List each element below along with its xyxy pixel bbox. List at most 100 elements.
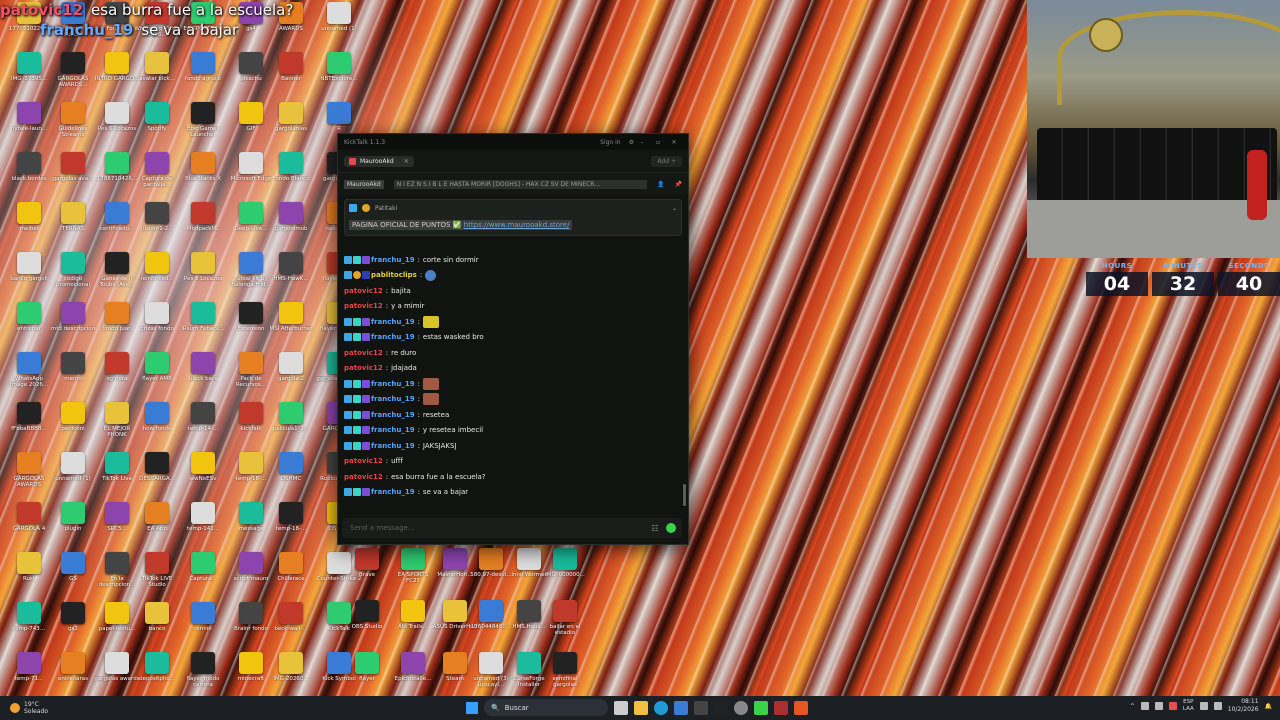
tray-icon[interactable]	[1140, 702, 1149, 710]
desktop-icon[interactable]: EA SPORTS FC25	[390, 548, 436, 598]
desktop-icon[interactable]: GARGOLAS AWARDS...	[50, 52, 96, 102]
desktop-icon[interactable]: meibel	[6, 202, 52, 252]
desktop-icon[interactable]: Rust	[6, 552, 52, 602]
desktop-icon[interactable]: entrenaras	[50, 652, 96, 702]
sign-in-button[interactable]: Sign in	[600, 139, 620, 146]
desktop-icon[interactable]: Guidelines Streams	[50, 102, 96, 152]
desktop-icon[interactable]: grizas fondo	[134, 302, 180, 352]
chat-username[interactable]: pablitoclips	[371, 271, 417, 279]
desktop-icon[interactable]: IMG_000000...	[542, 548, 588, 598]
app-icon[interactable]	[734, 700, 748, 715]
desktop-icon[interactable]: gargola 2	[268, 352, 314, 402]
desktop-icon[interactable]: how fondo	[134, 402, 180, 452]
chat-message[interactable]: franchu_19:	[338, 376, 686, 392]
tray-icon[interactable]	[1154, 702, 1163, 710]
desktop-icon[interactable]: Chillerace	[268, 552, 314, 602]
close-tab-icon[interactable]: ✕	[404, 158, 409, 165]
desktop-icon[interactable]: fusion-1-2...	[134, 202, 180, 252]
chat-message[interactable]: patovic12: ufff	[338, 454, 686, 470]
user-icon[interactable]: 👤	[657, 181, 664, 188]
desktop-icon[interactable]: gargolanias	[268, 102, 314, 152]
desktop-icon[interactable]: hytale-laun...	[6, 102, 52, 152]
chat-username[interactable]: franchu_19	[371, 411, 415, 419]
desktop-icon[interactable]: temp-14-...	[180, 402, 226, 452]
desktop-icon[interactable]: memo	[50, 352, 96, 402]
desktop-icon[interactable]: ModpackML	[180, 202, 226, 252]
weather-widget[interactable]: 19°C Soleado	[10, 701, 130, 715]
volume-icon[interactable]	[1213, 702, 1222, 710]
desktop-icon[interactable]: DESCARGA...	[134, 452, 180, 502]
pin-icon[interactable]: 📌	[675, 181, 682, 188]
chat-message[interactable]: franchu_19:	[338, 392, 686, 408]
taskbar-search[interactable]: 🔍 Buscar	[484, 699, 608, 716]
desktop-icon[interactable]: Epic Games Launcher	[180, 102, 226, 152]
desktop-icon[interactable]: flayer AMB	[134, 352, 180, 402]
desktop-icon[interactable]: gargonimob	[268, 202, 314, 252]
desktop-icon[interactable]: Captura de pantalla...	[134, 152, 180, 202]
desktop-icon[interactable]: pelicula1_2...	[268, 402, 314, 452]
edge-icon[interactable]	[654, 700, 668, 715]
fe-icon[interactable]	[714, 700, 728, 715]
chat-username[interactable]: patovic12	[344, 364, 383, 372]
chat-message[interactable]: patovic12: esa burra fue a la escuela?	[338, 469, 686, 485]
desktop-icon[interactable]: reinforced...	[134, 252, 180, 302]
close-icon[interactable]: ✕	[666, 139, 682, 146]
desktop-icon[interactable]: black bars	[180, 352, 226, 402]
tab-maurooakd[interactable]: MaurooAkd ✕	[344, 155, 414, 167]
chat-username[interactable]: franchu_19	[371, 318, 415, 326]
chat-scrollbar[interactable]	[683, 484, 686, 506]
windows-start-icon[interactable]	[466, 701, 478, 714]
chat-username[interactable]: patovic12	[344, 349, 383, 357]
desktop-icon[interactable]: iRsum Feback...	[180, 302, 226, 352]
chat-message[interactable]: patovic12: re duro	[338, 345, 686, 361]
chat-username[interactable]: franchu_19	[371, 442, 415, 450]
desktop-icon[interactable]: unnamed (1)	[316, 2, 362, 52]
desktop-icon[interactable]: GARGOLAS AWARDS	[6, 452, 52, 502]
desktop-icon[interactable]: temp-71...	[6, 652, 52, 702]
desktop-icon[interactable]: bailar en el estadio	[542, 600, 588, 650]
app-icon[interactable]	[694, 700, 708, 715]
desktop-icon[interactable]: gs2	[50, 602, 96, 652]
chat-input[interactable]	[348, 523, 644, 533]
desktop-icon[interactable]: WhatsApp Image 2026...	[6, 352, 52, 402]
desktop-icon[interactable]: remini	[180, 602, 226, 652]
chat-message[interactable]: franchu_19: resetea	[338, 407, 686, 423]
desktop-icon[interactable]: EpicInstalle...	[390, 652, 436, 702]
chat-username[interactable]: franchu_19	[371, 256, 415, 264]
tray-icon[interactable]	[1168, 702, 1177, 710]
desktop-icon[interactable]: wwNoESv	[180, 452, 226, 502]
desktop-icon[interactable]: banco	[134, 602, 180, 652]
network-icon[interactable]	[1199, 702, 1208, 710]
emote-picker-icon[interactable]: ☷	[650, 523, 660, 533]
pinned-link[interactable]: https://www.maurooakd.store/	[464, 221, 570, 229]
chat-message[interactable]: franchu_19: corte sin dormir	[338, 252, 686, 268]
notification-icon[interactable]: 🔔	[1265, 703, 1272, 710]
desktop-icon[interactable]: mtd descripcion	[50, 302, 96, 352]
desktop-icon[interactable]: depositpho...	[134, 652, 180, 702]
chevron-up-icon[interactable]: ^	[1130, 703, 1135, 710]
task-view-icon[interactable]	[614, 700, 628, 715]
desktop-icon[interactable]: NBTExplore...	[316, 52, 362, 102]
desktop-icon[interactable]: temp-141...	[180, 502, 226, 552]
desktop-icon[interactable]: IMG_37395...	[6, 52, 52, 102]
desktop-icon[interactable]: flayer modo carrera	[180, 652, 226, 702]
desktop-icon[interactable]: fFbbaBBBB...	[6, 402, 52, 452]
desktop-icon[interactable]: Banner	[268, 52, 314, 102]
desktop-icon[interactable]: avatar kick...	[134, 52, 180, 102]
desktop-icon[interactable]: flayer	[344, 652, 390, 702]
add-channel-button[interactable]: Add +	[651, 155, 682, 167]
desktop-icon[interactable]: banco gargoli	[6, 252, 52, 302]
desktop-icon[interactable]: GARGOLA 4	[6, 502, 52, 552]
desktop-icon[interactable]: temp-743...	[6, 602, 52, 652]
desktop-icon[interactable]: Brave	[344, 548, 390, 598]
desktop-icon[interactable]: peniconi	[50, 402, 96, 452]
chat-username[interactable]: franchu_19	[371, 380, 415, 388]
kick-emote-icon[interactable]	[666, 523, 676, 533]
kick-icon[interactable]	[754, 700, 768, 715]
desktop-icon[interactable]: codigo promocional	[50, 252, 96, 302]
desktop-icon[interactable]: TikTok LIVE Studio	[134, 552, 180, 602]
chat-message[interactable]: patovic12: jdajada	[338, 361, 686, 377]
desktop-icon[interactable]: gargolas ava...	[50, 152, 96, 202]
desktop-icon[interactable]: beck-wall-...	[268, 602, 314, 652]
chat-message[interactable]: patovic12: bajita	[338, 283, 686, 299]
